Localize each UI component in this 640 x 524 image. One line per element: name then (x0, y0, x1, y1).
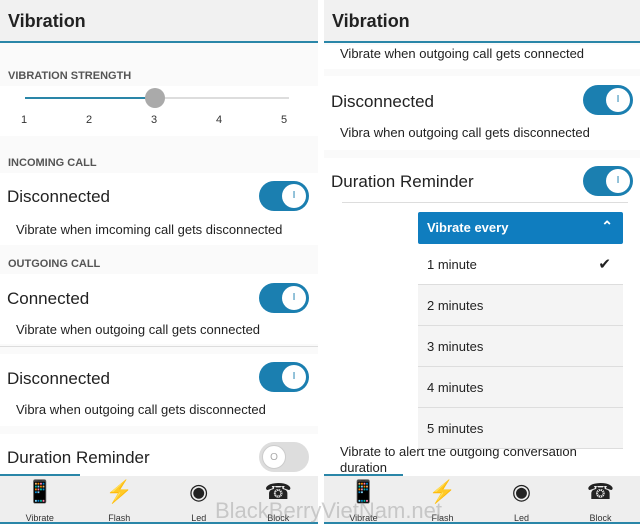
setting-title: Disconnected (331, 92, 435, 111)
dropdown-option[interactable]: 4 minutes (418, 367, 623, 408)
duration-reminder-toggle[interactable]: I (583, 166, 633, 196)
outgoing-disconnected-toggle[interactable]: I (259, 362, 309, 392)
section-outgoing-call: OUTGOING CALL (8, 258, 101, 270)
page-title: Vibration (8, 11, 86, 31)
page-title: Vibration (332, 11, 410, 31)
strength-slider[interactable]: 1 2 3 4 5 (0, 86, 318, 136)
toggle-knob: I (282, 365, 306, 389)
option-label: 5 minutes (427, 421, 484, 436)
disconnected-row: Disconnected I Vibra when outgoing call … (324, 76, 640, 150)
incoming-disconnected-toggle[interactable]: I (259, 181, 309, 211)
option-label: 1 minute (427, 257, 477, 272)
outgoing-disconnected-row: Disconnected I Vibra when outgoing call … (0, 354, 318, 426)
incoming-disconnected-row: Disconnected I Vibrate when imcoming cal… (0, 173, 318, 245)
slider-tick-label: 3 (151, 114, 158, 126)
toggle-knob: I (606, 88, 630, 112)
setting-description: Vibra when outgoing call gets disconnect… (16, 402, 266, 417)
setting-title: Disconnected (7, 369, 111, 388)
divider (0, 346, 318, 347)
slider-tick-label: 1 (21, 114, 28, 126)
dropdown-header[interactable]: Vibrate every ⌃ (418, 212, 623, 244)
section-vibration-strength: VIBRATION STRENGTH (8, 70, 132, 82)
tab-vibrate[interactable]: 📱 Vibrate (0, 474, 80, 524)
tab-label: Block (589, 513, 612, 523)
slider-tick-label: 4 (216, 114, 223, 126)
tab-label: Flash (108, 513, 131, 523)
dropdown-option[interactable]: 2 minutes (418, 285, 623, 326)
option-label: 3 minutes (427, 339, 484, 354)
disconnected-toggle[interactable]: I (583, 85, 633, 115)
header: Vibration (0, 0, 318, 43)
phone-vibrate-icon: 📱 (26, 479, 54, 504)
dropdown-option[interactable]: 5 minutes (418, 408, 623, 449)
dropdown-label: Vibrate every (427, 220, 509, 235)
setting-description: Vibra when outgoing call gets disconnect… (340, 125, 590, 140)
section-incoming-call: INCOMING CALL (8, 157, 97, 169)
dropdown-option[interactable]: 1 minute ✔ (418, 244, 623, 285)
outgoing-connected-row: Connected I Vibrate when outgoing call g… (0, 274, 318, 344)
setting-title: Duration Reminder (331, 172, 474, 191)
slider-fill (25, 97, 155, 99)
tab-flash[interactable]: ⚡ Flash (80, 476, 160, 524)
connected-desc-row: Vibrate when outgoing call gets connecte… (324, 45, 640, 69)
setting-description: Vibrate when outgoing call gets connecte… (16, 322, 261, 337)
setting-title: Disconnected (7, 187, 111, 206)
duration-reminder-row: Duration Reminder O (0, 434, 318, 476)
setting-description: Vibrate when imcoming call gets disconne… (16, 222, 283, 237)
tab-label: Led (191, 513, 207, 523)
right-screen: Vibration Vibrate when outgoing call get… (324, 0, 640, 524)
option-label: 4 minutes (427, 380, 484, 395)
dropdown-option[interactable]: 3 minutes (418, 326, 623, 367)
tab-label: Vibrate (25, 513, 54, 523)
divider (342, 202, 628, 203)
slider-tick-label: 2 (86, 114, 93, 126)
tab-label: Led (513, 513, 530, 523)
setting-title: Duration Reminder (7, 448, 150, 467)
header: Vibration (324, 0, 640, 43)
outgoing-connected-toggle[interactable]: I (259, 283, 309, 313)
block-call-icon: ☎ (586, 479, 615, 504)
led-icon: ◉ (511, 479, 532, 504)
slider-handle[interactable] (145, 88, 165, 108)
duration-reminder-toggle[interactable]: O (259, 442, 309, 472)
watermark: BlackBerryVietNam.net (215, 498, 443, 523)
left-screen: Vibration VIBRATION STRENGTH 1 2 3 4 5 INCOM… (0, 0, 318, 524)
toggle-knob: I (282, 184, 306, 208)
checkmark-icon: ✔ (598, 256, 611, 273)
tab-block[interactable]: ☎ Block (561, 476, 640, 524)
setting-description: Vibrate when outgoing call gets connecte… (340, 46, 585, 61)
chevron-up-icon: ⌃ (601, 218, 613, 234)
slider-tick-label: 5 (281, 114, 288, 126)
vibrate-every-dropdown[interactable]: Vibrate every ⌃ 1 minute ✔ 2 minutes 3 minut… (418, 212, 623, 476)
toggle-knob: I (282, 286, 306, 310)
tab-led[interactable]: ◉ Led (482, 476, 561, 524)
toggle-knob: I (606, 169, 630, 193)
lightning-icon: ⚡ (105, 479, 133, 504)
setting-title: Connected (7, 289, 90, 308)
option-label: 2 minutes (427, 298, 484, 313)
toggle-knob: O (262, 445, 286, 469)
